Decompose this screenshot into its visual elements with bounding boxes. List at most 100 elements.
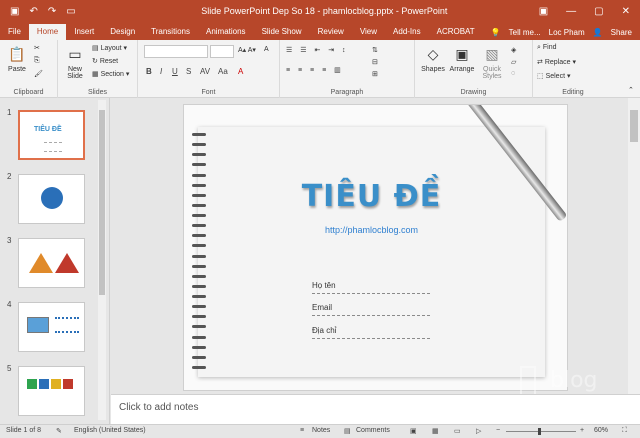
scrollbar-thumb[interactable] <box>99 110 105 295</box>
minimize-icon[interactable]: — <box>566 6 576 17</box>
find-button[interactable]: ⌕ Find <box>537 44 557 52</box>
paste-label: Paste <box>8 66 26 73</box>
select-label: Select <box>545 73 566 80</box>
reset-label: Reset <box>99 58 119 65</box>
zoom-slider-handle[interactable] <box>538 428 541 435</box>
comments-icon[interactable]: ▤ <box>344 427 351 435</box>
bold-button[interactable]: B <box>146 67 152 76</box>
italic-button[interactable]: I <box>160 67 162 76</box>
tab-review[interactable]: Review <box>310 24 352 40</box>
reset-button[interactable]: ↻ Reset <box>92 57 118 65</box>
font-name-field[interactable] <box>144 45 208 58</box>
slide-number: 2 <box>7 172 12 181</box>
shapes-label: Shapes <box>421 66 445 73</box>
font-color-icon[interactable]: A <box>238 67 243 76</box>
slide-thumbnail-1[interactable]: TIÊU ĐỀ <box>18 110 85 160</box>
field-name[interactable]: Họ tên <box>312 281 430 294</box>
tab-add-ins[interactable]: Add-Ins <box>385 24 429 40</box>
field-address[interactable]: Địa chỉ <box>312 326 430 339</box>
shape-fill-icon[interactable]: ◈ <box>511 46 516 54</box>
section-button[interactable]: ▦ Section ▾ <box>92 70 129 78</box>
tab-insert[interactable]: Insert <box>66 24 102 40</box>
thumb-list-mark <box>55 317 79 333</box>
replace-button[interactable]: ⇄ Replace ▾ <box>537 58 576 66</box>
zoom-level[interactable]: 60% <box>594 427 608 434</box>
field-email[interactable]: Email <box>312 303 430 316</box>
zoom-in-icon[interactable]: + <box>580 427 584 434</box>
align-text-icon[interactable]: ⊟ <box>372 58 378 66</box>
cut-icon[interactable]: ✂ <box>34 44 40 52</box>
spacing-icon[interactable]: AV <box>200 67 210 76</box>
slide-number: 4 <box>7 300 12 309</box>
tab-file[interactable]: File <box>0 24 29 40</box>
maximize-icon[interactable]: ▢ <box>594 6 603 17</box>
slide-number: 1 <box>7 108 12 117</box>
grow-font-icon[interactable]: A▴ A▾ <box>238 46 256 54</box>
slideshow-view-icon[interactable]: ▷ <box>476 427 481 435</box>
spiral-binding <box>192 133 208 369</box>
new-slide-button[interactable]: ▭ New Slide <box>62 44 88 81</box>
copy-icon[interactable]: ⎘ <box>34 57 40 65</box>
quick-styles-button[interactable]: ▧ Quick Styles <box>477 44 507 81</box>
shape-outline-icon[interactable]: ▱ <box>511 58 516 66</box>
ribbon-display-icon[interactable]: ▣ <box>539 6 548 17</box>
zoom-slider[interactable] <box>506 431 576 432</box>
underline-button[interactable]: U <box>172 67 178 76</box>
tab-view[interactable]: View <box>352 24 385 40</box>
redo-icon[interactable]: ↷ <box>48 6 56 17</box>
strike-button[interactable]: S <box>186 67 191 76</box>
normal-view-icon[interactable]: ▣ <box>410 427 417 435</box>
zoom-out-icon[interactable]: − <box>496 427 500 434</box>
tab-acrobat[interactable]: ACROBAT <box>429 24 483 40</box>
list-icons[interactable]: ☰ ☰ ⇤ ⇥ ↕ <box>286 46 349 54</box>
shape-effects-icon[interactable]: ◌ <box>511 70 515 77</box>
thumbnails-scrollbar[interactable] <box>98 100 106 420</box>
font-size-field[interactable] <box>210 45 234 58</box>
slide-thumbnail-4[interactable] <box>18 302 85 352</box>
fit-slide-icon[interactable]: ⛶ <box>622 427 627 435</box>
slide-sorter-icon[interactable]: ▦ <box>432 427 439 435</box>
format-painter-icon[interactable]: 🖌 <box>34 70 43 78</box>
thumb-box-mark <box>39 379 49 389</box>
share-button[interactable]: Share <box>611 28 632 37</box>
close-icon[interactable]: ✕ <box>622 6 630 17</box>
slide-thumbnail-3[interactable] <box>18 238 85 288</box>
slideshow-icon[interactable]: ▭ <box>66 6 75 17</box>
tell-me-box[interactable]: Tell me... <box>509 28 541 37</box>
case-icon[interactable]: Aa <box>218 67 228 76</box>
notes-pane[interactable]: Click to add notes <box>111 394 640 424</box>
notes-toggle[interactable]: Notes <box>312 427 330 434</box>
paste-button[interactable]: 📋 Paste <box>4 44 30 74</box>
save-icon[interactable]: ▣ <box>10 6 19 17</box>
arrange-button[interactable]: ▣ Arrange <box>447 44 477 74</box>
editor-scrollbar[interactable] <box>628 98 640 394</box>
spellcheck-icon[interactable]: ✎ <box>56 427 62 435</box>
select-button[interactable]: ⬚ Select ▾ <box>537 72 571 80</box>
smartart-icon[interactable]: ⊞ <box>372 70 378 78</box>
notes-icon[interactable]: ≡ <box>300 427 304 434</box>
text-direction-icon[interactable]: ⇅ <box>372 46 378 54</box>
layout-button[interactable]: ▤ Layout ▾ <box>92 44 127 52</box>
reading-view-icon[interactable]: ▭ <box>454 427 461 435</box>
tab-home[interactable]: Home <box>28 24 67 40</box>
window-controls: ▣ — ▢ ✕ <box>539 6 640 17</box>
collapse-ribbon-icon[interactable]: ⌃ <box>628 86 634 94</box>
slide-url[interactable]: http://phamlocblog.com <box>198 225 545 235</box>
undo-icon[interactable]: ↶ <box>29 6 37 17</box>
notes-placeholder[interactable]: Click to add notes <box>119 402 199 413</box>
align-icons[interactable]: ≡ ≡ ≡ ≡ ▥ <box>286 66 344 74</box>
slide-thumbnail-5[interactable] <box>18 366 85 416</box>
shapes-button[interactable]: ◇ Shapes <box>419 44 447 74</box>
tab-design[interactable]: Design <box>102 24 143 40</box>
comments-toggle[interactable]: Comments <box>356 427 390 434</box>
current-slide[interactable]: TIÊU ĐỀ http://phamlocblog.com Họ tên Em… <box>183 104 568 391</box>
user-name[interactable]: Loc Pham <box>549 28 585 37</box>
tab-animations[interactable]: Animations <box>198 24 254 40</box>
clear-format-icon[interactable]: A <box>264 46 269 53</box>
slide-thumbnail-2[interactable] <box>18 174 85 224</box>
tab-transitions[interactable]: Transitions <box>143 24 198 40</box>
slide-title[interactable]: TIÊU ĐỀ <box>198 179 545 214</box>
tab-slide-show[interactable]: Slide Show <box>254 24 310 40</box>
scrollbar-thumb[interactable] <box>630 110 638 142</box>
language-indicator[interactable]: English (United States) <box>74 427 146 434</box>
